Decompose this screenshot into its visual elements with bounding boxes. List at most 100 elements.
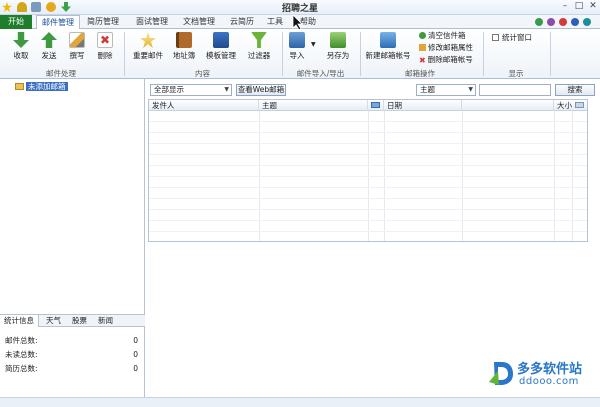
compose-button[interactable]: 撰写 [65, 32, 89, 61]
receive-icon [13, 32, 29, 48]
filter-button[interactable]: 过滤器 [245, 32, 273, 61]
important-mail-button[interactable]: 重要邮件 [131, 32, 165, 61]
column-header-flag[interactable] [572, 100, 587, 111]
edit-props-label: 修改邮箱属性 [428, 43, 473, 52]
title-bar: 招聘之星 – □ ✕ [0, 0, 600, 15]
addressbook-label: 地址簿 [172, 51, 196, 60]
stats-window-toggle[interactable]: 统计窗口 [492, 33, 532, 43]
tab-cloud-resume[interactable]: 云简历 [225, 15, 259, 29]
table-row [149, 133, 587, 144]
filter-label: 过滤器 [247, 51, 271, 60]
display-filter-select[interactable]: 全部显示 ▼ [150, 84, 232, 96]
template-button[interactable]: 模板管理 [203, 32, 239, 61]
search-field-select[interactable]: 主题 ▼ [416, 84, 476, 96]
group-label-import-export: 邮件导入/导出 [296, 69, 345, 78]
group-label-mail: 邮件处理 [46, 69, 76, 78]
skin-red-icon[interactable] [559, 18, 567, 26]
delete-small-icon: ✖ [419, 56, 426, 65]
chevron-down-icon: ▼ [224, 86, 229, 93]
ribbon: 收取 发送 撰写 ✖ 删除 邮件处理 重要邮件 地址簿 模板管理 过滤器 内容 … [0, 29, 600, 79]
stat-row-resume-total: 简历总数: 0 [5, 364, 138, 374]
tree-item-label: 未添加邮箱 [26, 82, 68, 91]
save-as-button[interactable]: 另存为 [325, 32, 351, 61]
addressbook-button[interactable]: 地址簿 [170, 32, 198, 61]
stat-label: 简历总数: [5, 364, 38, 373]
template-label: 模板管理 [206, 51, 236, 60]
view-webmail-button[interactable]: 查看Web邮箱 [236, 84, 286, 96]
tab-stocks[interactable]: 股票 [68, 315, 91, 327]
table-row [149, 210, 587, 221]
filter-bar: 全部显示 ▼ 查看Web邮箱 主题 ▼ 搜索 [148, 82, 598, 98]
new-account-button[interactable]: 新建邮箱帐号 [364, 32, 412, 61]
skin-blue-icon[interactable] [571, 18, 579, 26]
save-as-label: 另存为 [326, 51, 350, 60]
table-row [149, 232, 587, 241]
delete-label: 删除 [97, 51, 113, 60]
clear-folder-button[interactable]: 清空信件箱 [419, 31, 466, 41]
minimize-button[interactable]: – [560, 1, 570, 12]
clear-folder-label: 清空信件箱 [428, 31, 466, 40]
send-button[interactable]: 发送 [37, 32, 61, 61]
column-header-attachment[interactable] [368, 100, 384, 111]
stat-value: 0 [133, 364, 138, 373]
stats-tabs: 统计信息 天气 股票 新闻 [0, 314, 145, 327]
table-row [149, 144, 587, 155]
tab-mail[interactable]: 邮件管理 [36, 15, 80, 30]
envelope-icon [371, 102, 380, 108]
edit-props-button[interactable]: 修改邮箱属性 [419, 43, 473, 53]
group-label-display: 显示 [508, 69, 524, 78]
mail-list[interactable]: 发件人 主题 日期 大小 [148, 99, 588, 242]
folder-icon [15, 83, 24, 90]
mailbox-tree-pane: 未添加邮箱 统计信息 天气 股票 新闻 邮件总数: 0 未读总数: 0 简历总数… [0, 79, 145, 397]
tab-stats[interactable]: 统计信息 [0, 315, 39, 327]
mailbox-icon [380, 32, 396, 48]
tab-interview[interactable]: 面试管理 [131, 15, 173, 29]
save-as-icon [330, 32, 346, 48]
group-label-mailbox-ops: 邮箱操作 [405, 69, 435, 78]
skin-teal-icon[interactable] [583, 18, 591, 26]
column-header-date[interactable]: 日期 [384, 100, 462, 111]
start-button[interactable]: 开始 [0, 15, 32, 29]
chevron-down-icon: ▼ [468, 86, 473, 93]
column-picker-icon [575, 102, 584, 108]
search-button[interactable]: 搜索 [555, 84, 595, 96]
ribbon-tabs: 开始 邮件管理 简历管理 面试管理 文档管理 云简历 工具 帮助 [0, 14, 600, 31]
maximize-button[interactable]: □ [574, 1, 584, 12]
column-header-blank[interactable] [462, 100, 554, 111]
column-header-size[interactable]: 大小 [554, 100, 572, 111]
skin-green-icon[interactable] [535, 18, 543, 26]
stat-row-unread-total: 未读总数: 0 [5, 350, 138, 360]
delete-icon: ✖ [97, 32, 113, 48]
receive-button[interactable]: 收取 [9, 32, 33, 61]
tree-item-no-mailbox[interactable]: 未添加邮箱 [15, 82, 68, 92]
status-bar [0, 397, 600, 407]
tab-news[interactable]: 新闻 [94, 315, 117, 327]
tab-documents[interactable]: 文档管理 [178, 15, 220, 29]
import-label: 导入 [289, 51, 305, 60]
column-header-sender[interactable]: 发件人 [149, 100, 259, 111]
tab-tools[interactable]: 工具 [262, 15, 288, 29]
receive-label: 收取 [13, 51, 29, 60]
import-button[interactable]: 导入 [286, 32, 308, 61]
column-header-subject[interactable]: 主题 [259, 100, 368, 111]
table-row [149, 221, 587, 232]
import-dropdown-icon[interactable]: ▼ [311, 41, 316, 48]
search-input[interactable] [479, 84, 551, 96]
delete-account-button[interactable]: ✖ 删除邮箱帐号 [419, 55, 473, 65]
mail-list-header: 发件人 主题 日期 大小 [149, 100, 587, 111]
delete-button[interactable]: ✖ 删除 [93, 32, 117, 61]
star-mail-icon [140, 32, 156, 48]
table-row [149, 155, 587, 166]
close-button[interactable]: ✕ [588, 1, 598, 12]
watermark-brand: 多多软件站 [517, 362, 583, 377]
tab-weather[interactable]: 天气 [42, 315, 65, 327]
stats-window-checkbox[interactable] [492, 34, 499, 41]
skin-purple-icon[interactable] [547, 18, 555, 26]
template-icon [213, 32, 229, 48]
tab-resume[interactable]: 简历管理 [82, 15, 124, 29]
stat-label: 邮件总数: [5, 336, 38, 345]
addressbook-icon [176, 32, 192, 48]
stat-value: 0 [133, 350, 138, 359]
table-row [149, 188, 587, 199]
watermark-domain: ddooo.com [519, 376, 579, 387]
